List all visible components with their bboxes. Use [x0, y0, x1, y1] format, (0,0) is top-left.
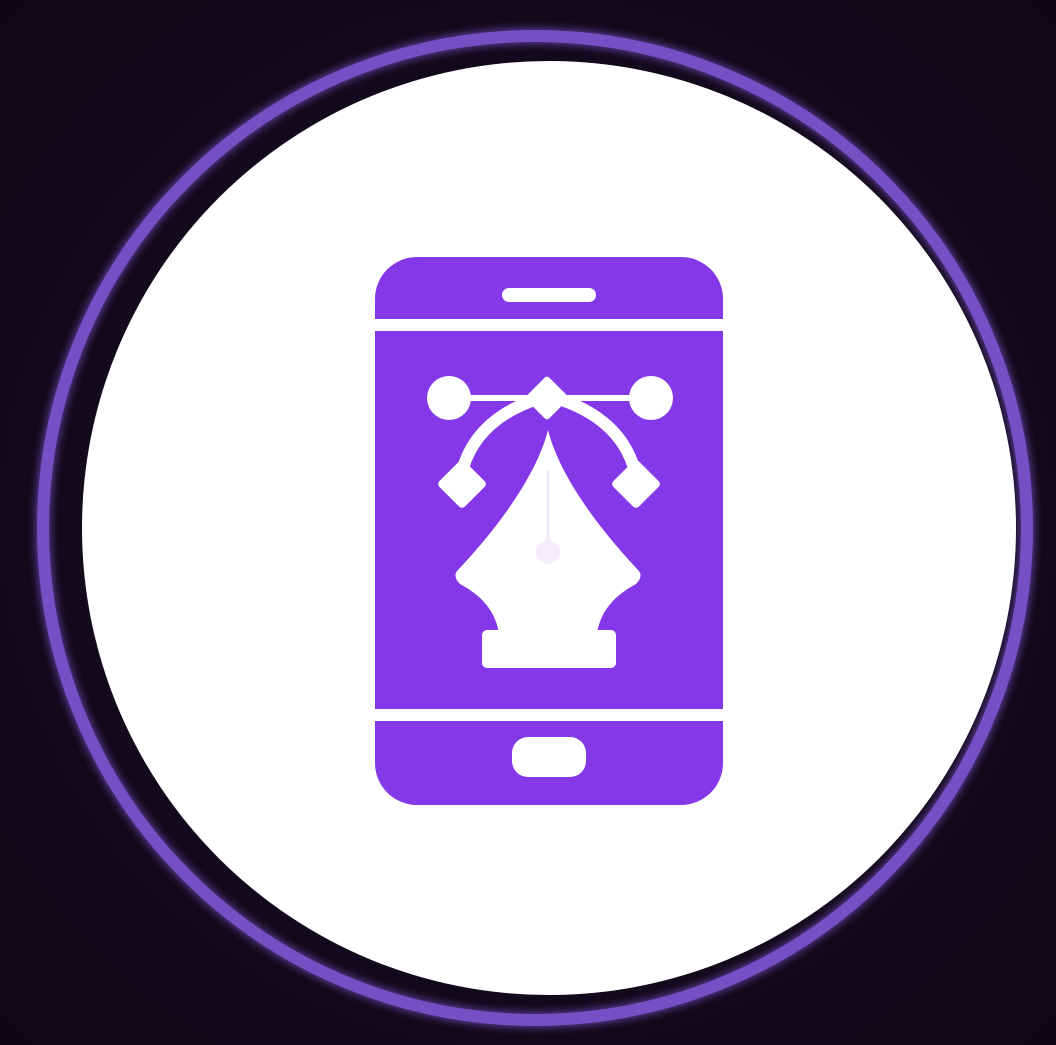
phone-home-button	[512, 737, 586, 777]
pen-base	[482, 630, 616, 668]
bezier-handle-right	[629, 376, 673, 420]
badge-graphic	[37, 30, 1033, 1026]
phone-speaker	[502, 288, 596, 302]
phone-bottom-divider	[375, 709, 723, 721]
phone-top-divider	[375, 319, 723, 331]
pen-nib-hole	[536, 540, 560, 564]
mobile-design-pen-tool-icon	[375, 257, 723, 805]
bezier-handle-left	[427, 376, 471, 420]
design-app-badge	[0, 0, 1056, 1045]
